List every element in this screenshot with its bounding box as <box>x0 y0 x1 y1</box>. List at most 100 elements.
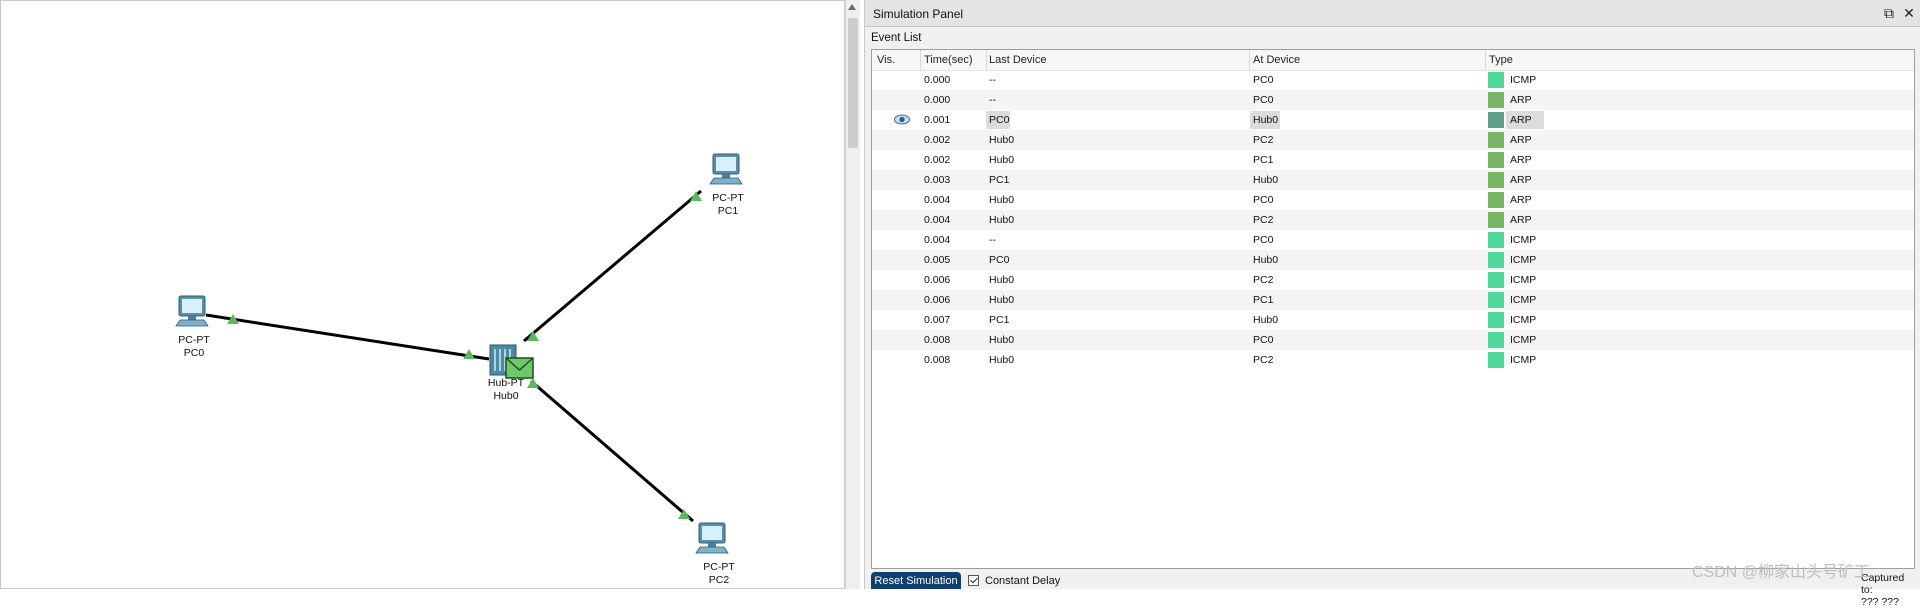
pc2-icon[interactable] <box>695 522 729 554</box>
table-row[interactable]: 0.007 PC1 Hub0 ICMP <box>872 310 1914 330</box>
link-pc0-hub0[interactable] <box>205 313 490 361</box>
reset-simulation-button[interactable]: Reset Simulation <box>871 572 961 589</box>
scroll-thumb[interactable] <box>848 18 858 148</box>
table-row[interactable]: 0.000 -- PC0 ICMP <box>872 70 1914 90</box>
table-row[interactable]: 0.005 PC0 Hub0 ICMP <box>872 250 1914 270</box>
table-row[interactable]: 0.004 Hub0 PC0 ARP <box>872 190 1914 210</box>
table-row[interactable]: 0.008 Hub0 PC0 ICMP <box>872 330 1914 350</box>
cell-at-device: PC0 <box>1253 194 1274 206</box>
hub0-name: Hub0 <box>493 390 519 402</box>
cell-last-device: Hub0 <box>989 194 1015 206</box>
scroll-up-icon[interactable] <box>848 4 856 10</box>
watermark: CSDN @柳家山头号矿工 <box>1692 564 1871 581</box>
type-color-swatch[interactable] <box>1488 152 1504 168</box>
type-color-swatch[interactable] <box>1488 232 1504 248</box>
pc1-icon[interactable] <box>709 153 743 185</box>
cell-time: 0.002 <box>924 134 951 146</box>
cell-type: ARP <box>1510 94 1532 106</box>
constant-delay-checkbox[interactable] <box>968 575 979 586</box>
cell-last-device: Hub0 <box>989 354 1015 366</box>
cell-type: ICMP <box>1510 354 1537 366</box>
cell-last-device: -- <box>989 94 996 106</box>
cell-time: 0.004 <box>924 214 951 226</box>
type-color-swatch[interactable] <box>1488 312 1504 328</box>
cell-type: ARP <box>1510 214 1532 226</box>
cell-time: 0.002 <box>924 154 951 166</box>
cell-time: 0.008 <box>924 334 951 346</box>
table-row[interactable]: 0.003 PC1 Hub0 ARP <box>872 170 1914 190</box>
cell-last-device: Hub0 <box>989 154 1015 166</box>
cell-last-device: Hub0 <box>989 334 1015 346</box>
link-pc1-hub0[interactable] <box>523 189 702 343</box>
cell-time: 0.004 <box>924 194 951 206</box>
topology-workspace[interactable]: PC-PT PC0 PC-PT PC1 PC-PT PC2 Hub-PT Hub… <box>0 0 845 589</box>
hub0-label: Hub-PT Hub0 <box>471 377 541 403</box>
table-row[interactable]: 0.004 -- PC0 ICMP <box>872 230 1914 250</box>
cell-at-device: PC1 <box>1253 154 1274 166</box>
type-color-swatch[interactable] <box>1488 72 1504 88</box>
cell-at-device: PC0 <box>1253 234 1274 246</box>
cell-at-device: PC2 <box>1253 214 1274 226</box>
link-pc2-hub0[interactable] <box>530 379 694 523</box>
cell-type: ICMP <box>1510 74 1537 86</box>
captured-value: ??? ??? <box>1861 596 1899 608</box>
table-row[interactable]: 0.000 -- PC0 ARP <box>872 90 1914 110</box>
pc0-label: PC-PT PC0 <box>159 334 229 360</box>
cell-type: ARP <box>1510 154 1532 166</box>
table-row[interactable]: 0.002 Hub0 PC1 ARP <box>872 150 1914 170</box>
cell-last-device: PC1 <box>989 174 1010 186</box>
type-color-swatch[interactable] <box>1488 352 1504 368</box>
pc2-model: PC-PT <box>703 561 735 573</box>
type-color-swatch[interactable] <box>1488 212 1504 228</box>
cell-at-device: PC0 <box>1253 334 1274 346</box>
eye-icon[interactable] <box>894 114 910 125</box>
cell-type: ICMP <box>1510 274 1537 286</box>
type-color-swatch[interactable] <box>1488 332 1504 348</box>
cell-type: ARP <box>1510 114 1532 126</box>
type-color-swatch[interactable] <box>1488 92 1504 108</box>
cell-at-device: Hub0 <box>1253 254 1279 266</box>
cell-at-device: PC2 <box>1253 134 1274 146</box>
table-row[interactable]: 0.006 Hub0 PC2 ICMP <box>872 270 1914 290</box>
cell-type: ICMP <box>1510 234 1537 246</box>
cell-time: 0.006 <box>924 294 951 306</box>
cell-last-device: PC1 <box>989 314 1010 326</box>
type-color-swatch[interactable] <box>1488 272 1504 288</box>
type-color-swatch[interactable] <box>1488 112 1504 128</box>
type-color-swatch[interactable] <box>1488 252 1504 268</box>
cell-at-device: PC1 <box>1253 294 1274 306</box>
cell-time: 0.008 <box>924 354 951 366</box>
constant-delay-label: Constant Delay <box>985 575 1061 587</box>
workspace-scrollbar[interactable] <box>845 0 860 589</box>
pdu-envelope-icon[interactable] <box>505 357 534 379</box>
cell-last-device: -- <box>989 74 996 86</box>
table-row[interactable]: 0.004 Hub0 PC2 ARP <box>872 210 1914 230</box>
cell-at-device: PC0 <box>1253 74 1274 86</box>
cell-type: ARP <box>1510 174 1532 186</box>
close-icon[interactable]: ✕ <box>1901 5 1917 21</box>
cell-at-device: Hub0 <box>1253 174 1279 186</box>
table-row[interactable]: 0.008 Hub0 PC2 ICMP <box>872 350 1914 370</box>
hub0-model: Hub-PT <box>487 377 525 389</box>
type-color-swatch[interactable] <box>1488 192 1504 208</box>
pc1-model: PC-PT <box>712 192 744 204</box>
cell-time: 0.000 <box>924 74 951 86</box>
event-list-table[interactable]: Vis. Time(sec) Last Device At Device Typ… <box>871 49 1915 569</box>
cell-type: ICMP <box>1510 314 1537 326</box>
restore-icon[interactable]: ⧉ <box>1881 5 1897 21</box>
table-row[interactable]: 0.001 PC0 Hub0 ARP <box>872 110 1914 130</box>
cell-type: ARP <box>1510 134 1532 146</box>
pc2-name: PC2 <box>708 574 730 586</box>
cell-type: ICMP <box>1510 334 1537 346</box>
pc0-icon[interactable] <box>175 295 209 327</box>
type-color-swatch[interactable] <box>1488 132 1504 148</box>
type-color-swatch[interactable] <box>1488 292 1504 308</box>
topology-canvas[interactable] <box>1 1 846 590</box>
cell-type: ICMP <box>1510 254 1537 266</box>
type-color-swatch[interactable] <box>1488 172 1504 188</box>
table-row[interactable]: 0.006 Hub0 PC1 ICMP <box>872 290 1914 310</box>
cell-time: 0.004 <box>924 234 951 246</box>
table-row[interactable]: 0.002 Hub0 PC2 ARP <box>872 130 1914 150</box>
pc0-model: PC-PT <box>178 334 210 346</box>
panel-title-bar: Simulation Panel ⧉ ✕ <box>865 0 1920 27</box>
